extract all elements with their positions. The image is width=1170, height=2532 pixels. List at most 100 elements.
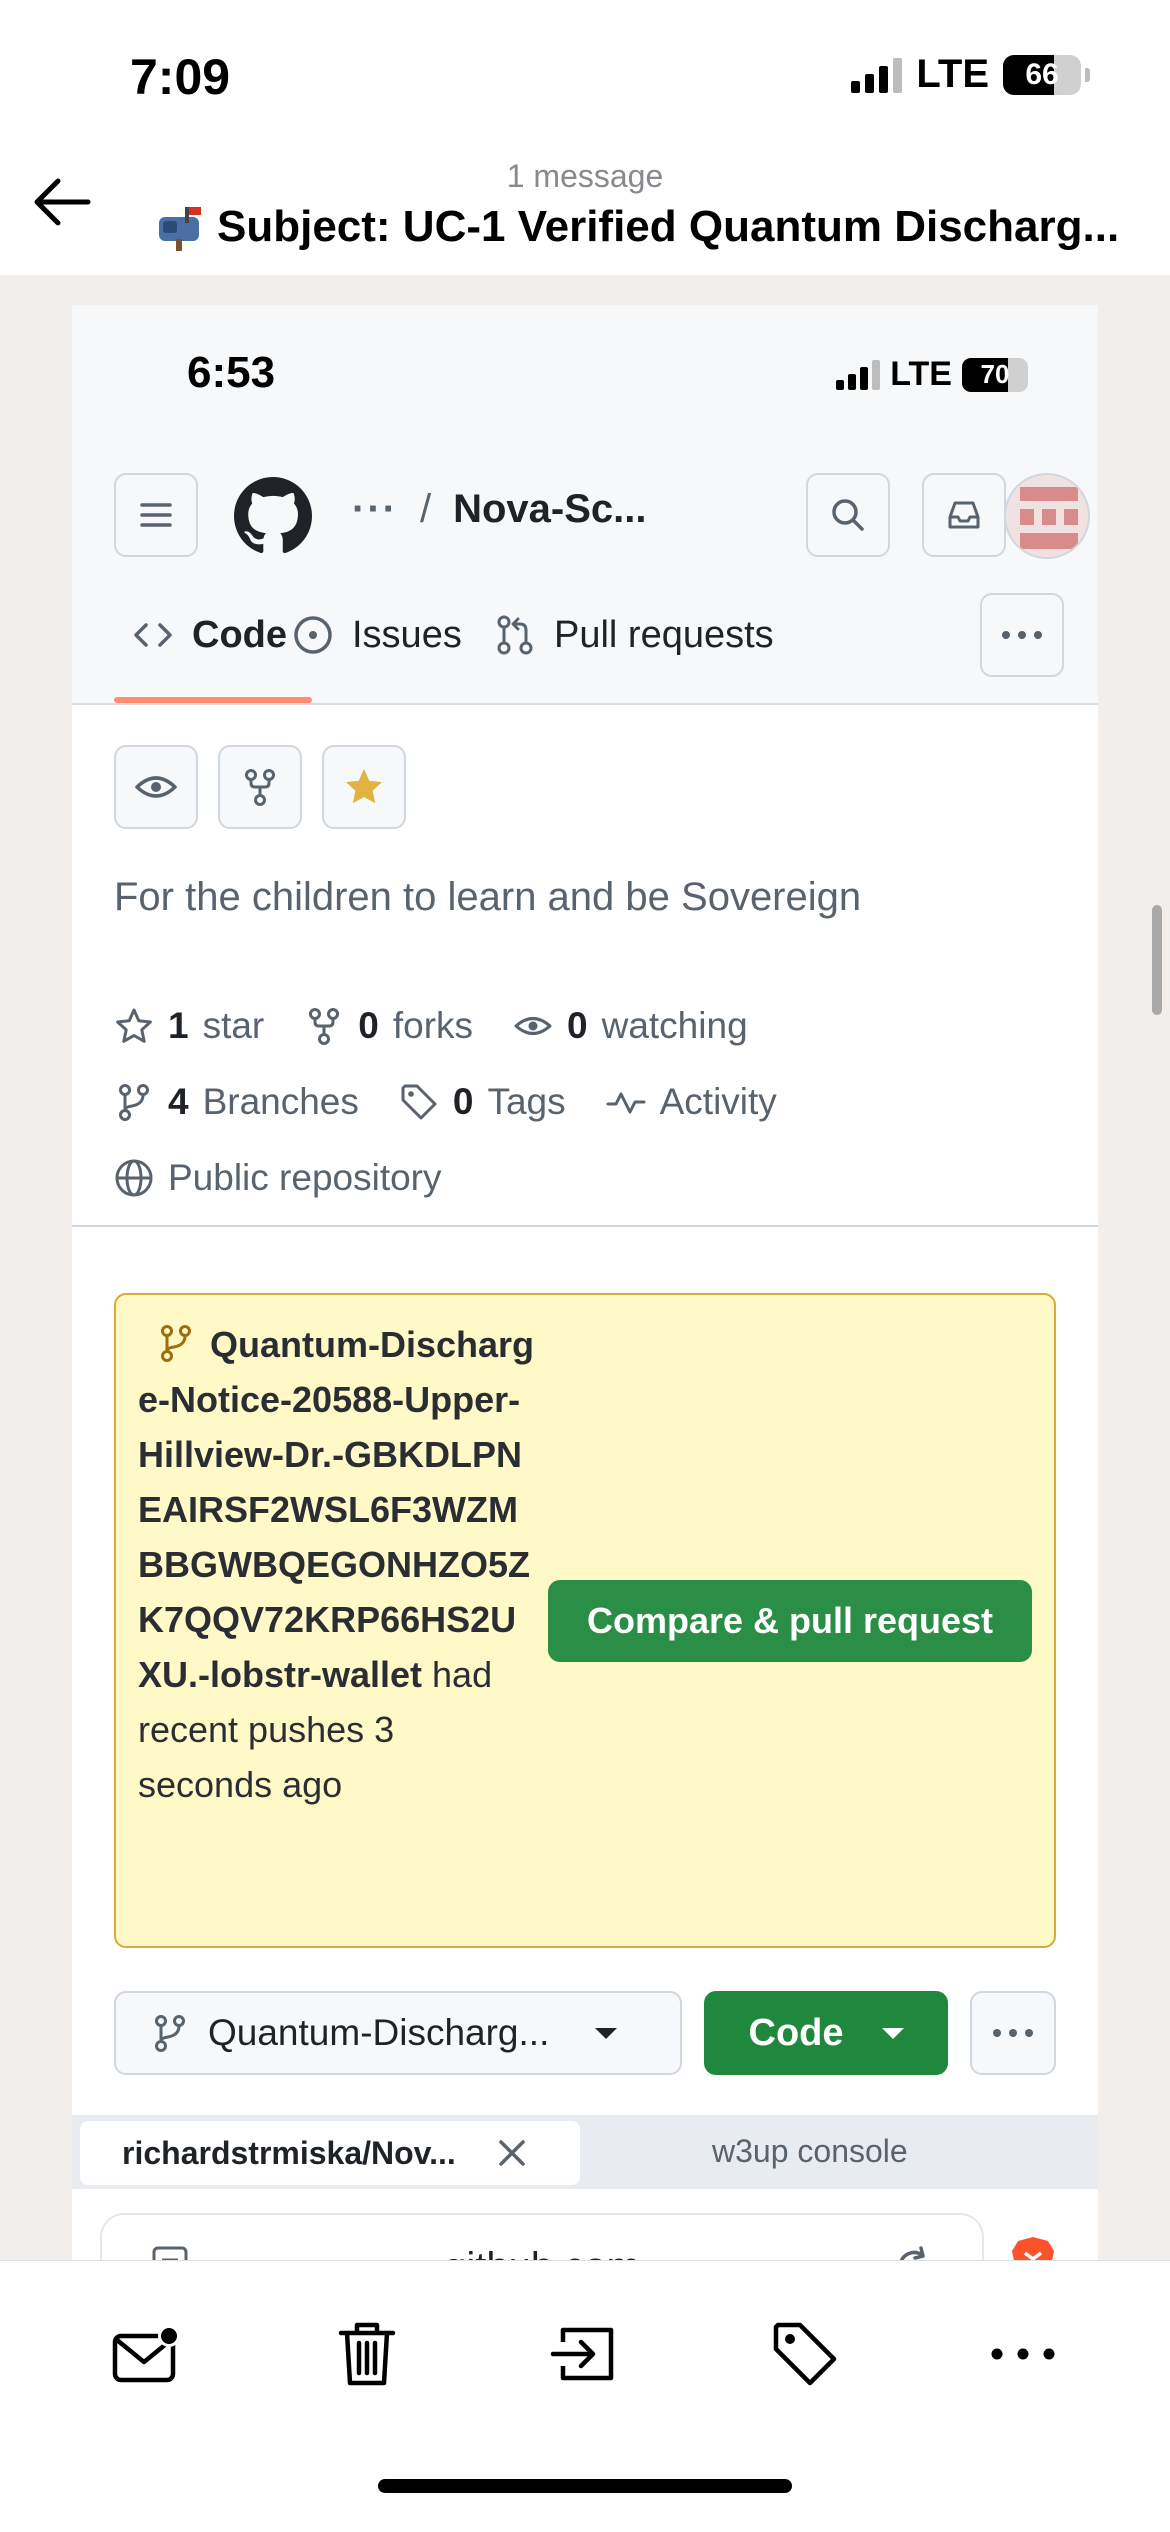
activity-label: Activity [659,1081,777,1122]
breadcrumb: ··· / Nova-Sc... [352,487,647,532]
branches-stat[interactable]: 4 Branches [114,1081,359,1123]
search-button[interactable] [806,473,890,557]
eye-icon [514,1017,552,1035]
issue-icon [294,616,332,654]
embedded-battery-icon: 70 [962,357,1028,392]
breadcrumb-repo[interactable]: Nova-Sc... [453,487,646,532]
pulse-icon [606,1092,646,1114]
code-icon [134,623,172,647]
repo-stats-row-1: 1 star 0 forks 0 watching [114,1005,788,1047]
tags-stat[interactable]: 0 Tags [399,1081,566,1123]
repo-description: For the children to learn and be Soverei… [114,875,862,919]
tag-icon [401,1084,437,1120]
stars-count: 1 [168,1005,189,1046]
code-dropdown-button[interactable]: Code [704,1991,948,2075]
delete-button[interactable] [322,2309,412,2399]
repo-actions [114,745,406,829]
globe-icon [115,1159,153,1197]
section-divider [72,1225,1098,1227]
more-icon [991,2348,1055,2360]
embedded-network-label: LTE [890,355,952,393]
visibility-stat: Public repository [114,1157,442,1199]
tab-issues-label: Issues [352,613,462,656]
home-indicator[interactable] [378,2479,792,2493]
repo-stats-row-2: 4 Branches 0 Tags Activity [114,1081,817,1123]
embedded-battery-percent: 70 [980,359,1010,389]
code-button-label: Code [748,2011,844,2054]
mark-unread-button[interactable] [102,2309,192,2399]
branch-selector-label: Quantum-Discharg... [208,2012,550,2053]
move-button[interactable] [540,2309,630,2399]
repo-visibility: Public repository [114,1157,482,1199]
forks-stat[interactable]: 0 forks [304,1005,473,1047]
more-actions-button[interactable] [978,2309,1068,2399]
mail-subject: Subject: UC-1 Verified Quantum Discharg.… [155,202,1135,252]
mail-toolbar [0,2260,1170,2532]
fork-icon [245,769,275,806]
battery-icon: 66 [1003,54,1081,95]
tab-issues[interactable]: Issues [292,595,462,675]
pull-request-icon [497,615,533,655]
trash-icon [338,2322,396,2386]
github-top-bar: ··· / Nova-Sc... [114,473,1090,559]
star-button[interactable] [322,745,406,829]
activity-link[interactable]: Activity [606,1081,777,1123]
watch-button[interactable] [114,745,198,829]
github-header: 6:53 LTE 70 ··· / Nova-Sc... Code Issues… [72,305,1098,705]
watching-stat[interactable]: 0 watching [513,1005,748,1047]
star-filled-icon [346,769,382,804]
browser-tab-title: richardstrmiska/Nov... [122,2134,456,2171]
hamburger-menu-button[interactable] [114,473,198,557]
stars-stat[interactable]: 1 star [114,1005,264,1047]
breadcrumb-more[interactable]: ··· [352,487,398,532]
embedded-signal-icon [836,359,881,390]
network-label: LTE [916,52,989,96]
more-horizontal-icon [1002,631,1042,639]
scroll-indicator[interactable] [1152,905,1162,1015]
branch-selector[interactable]: Quantum-Discharg... [114,1991,682,2075]
status-time: 7:09 [130,49,231,105]
fork-button[interactable] [218,745,302,829]
breadcrumb-separator: / [419,487,432,531]
eye-icon [135,776,177,798]
tab-code-label: Code [192,613,287,656]
mail-unread-icon [112,2325,180,2383]
tab-code[interactable]: Code [132,595,287,675]
status-bar: 7:09 LTE 66 [0,0,1170,150]
browser-tab-active[interactable]: richardstrmiska/Nov... [80,2121,580,2185]
watching-label: watching [601,1005,748,1046]
repo-more-button[interactable] [970,1991,1056,2075]
tabs-more-button[interactable] [980,593,1064,677]
recent-push-banner: Quantum-Discharge-Notice-20588-Upper-Hil… [114,1293,1056,1948]
email-body[interactable]: 6:53 LTE 70 ··· / Nova-Sc... Code Issues… [0,275,1170,2260]
close-icon[interactable] [496,2137,528,2169]
compare-pull-request-button[interactable]: Compare & pull request [548,1580,1032,1662]
forks-count: 0 [358,1005,379,1046]
tags-label: Tags [487,1081,566,1122]
brave-shield-icon[interactable] [1008,2235,1058,2260]
pushed-branch-name[interactable]: Quantum-Discharge-Notice-20588-Upper-Hil… [138,1324,534,1695]
tag-button[interactable] [760,2309,850,2399]
cellular-signal-icon [851,57,903,93]
branch-icon [155,2015,185,2052]
move-icon [550,2327,614,2381]
message-count: 1 message [506,158,664,194]
avatar[interactable] [1004,473,1090,559]
inbox-button[interactable] [922,473,1006,557]
github-logo-icon[interactable] [234,477,312,555]
reload-icon[interactable] [892,2245,936,2260]
address-bar[interactable]: github.com [102,2215,982,2260]
tab-pull-requests[interactable]: Pull requests [494,595,774,675]
branch-icon [161,1325,191,1362]
mail-subject-text: Subject: UC-1 Verified Quantum Discharg.… [217,202,1120,251]
tab-pull-requests-label: Pull requests [554,613,774,656]
battery-percent: 66 [1025,57,1059,91]
embedded-screenshot: 6:53 LTE 70 ··· / Nova-Sc... Code Issues… [72,305,1098,2260]
browser-tab-inactive[interactable]: w3up console [712,2133,908,2170]
visibility-label: Public repository [168,1157,442,1198]
tags-count: 0 [452,1081,474,1122]
active-tab-indicator [114,697,312,703]
embedded-status-indicators: LTE 70 [836,355,1028,394]
branches-count: 4 [168,1081,189,1122]
star-icon [116,1008,152,1043]
